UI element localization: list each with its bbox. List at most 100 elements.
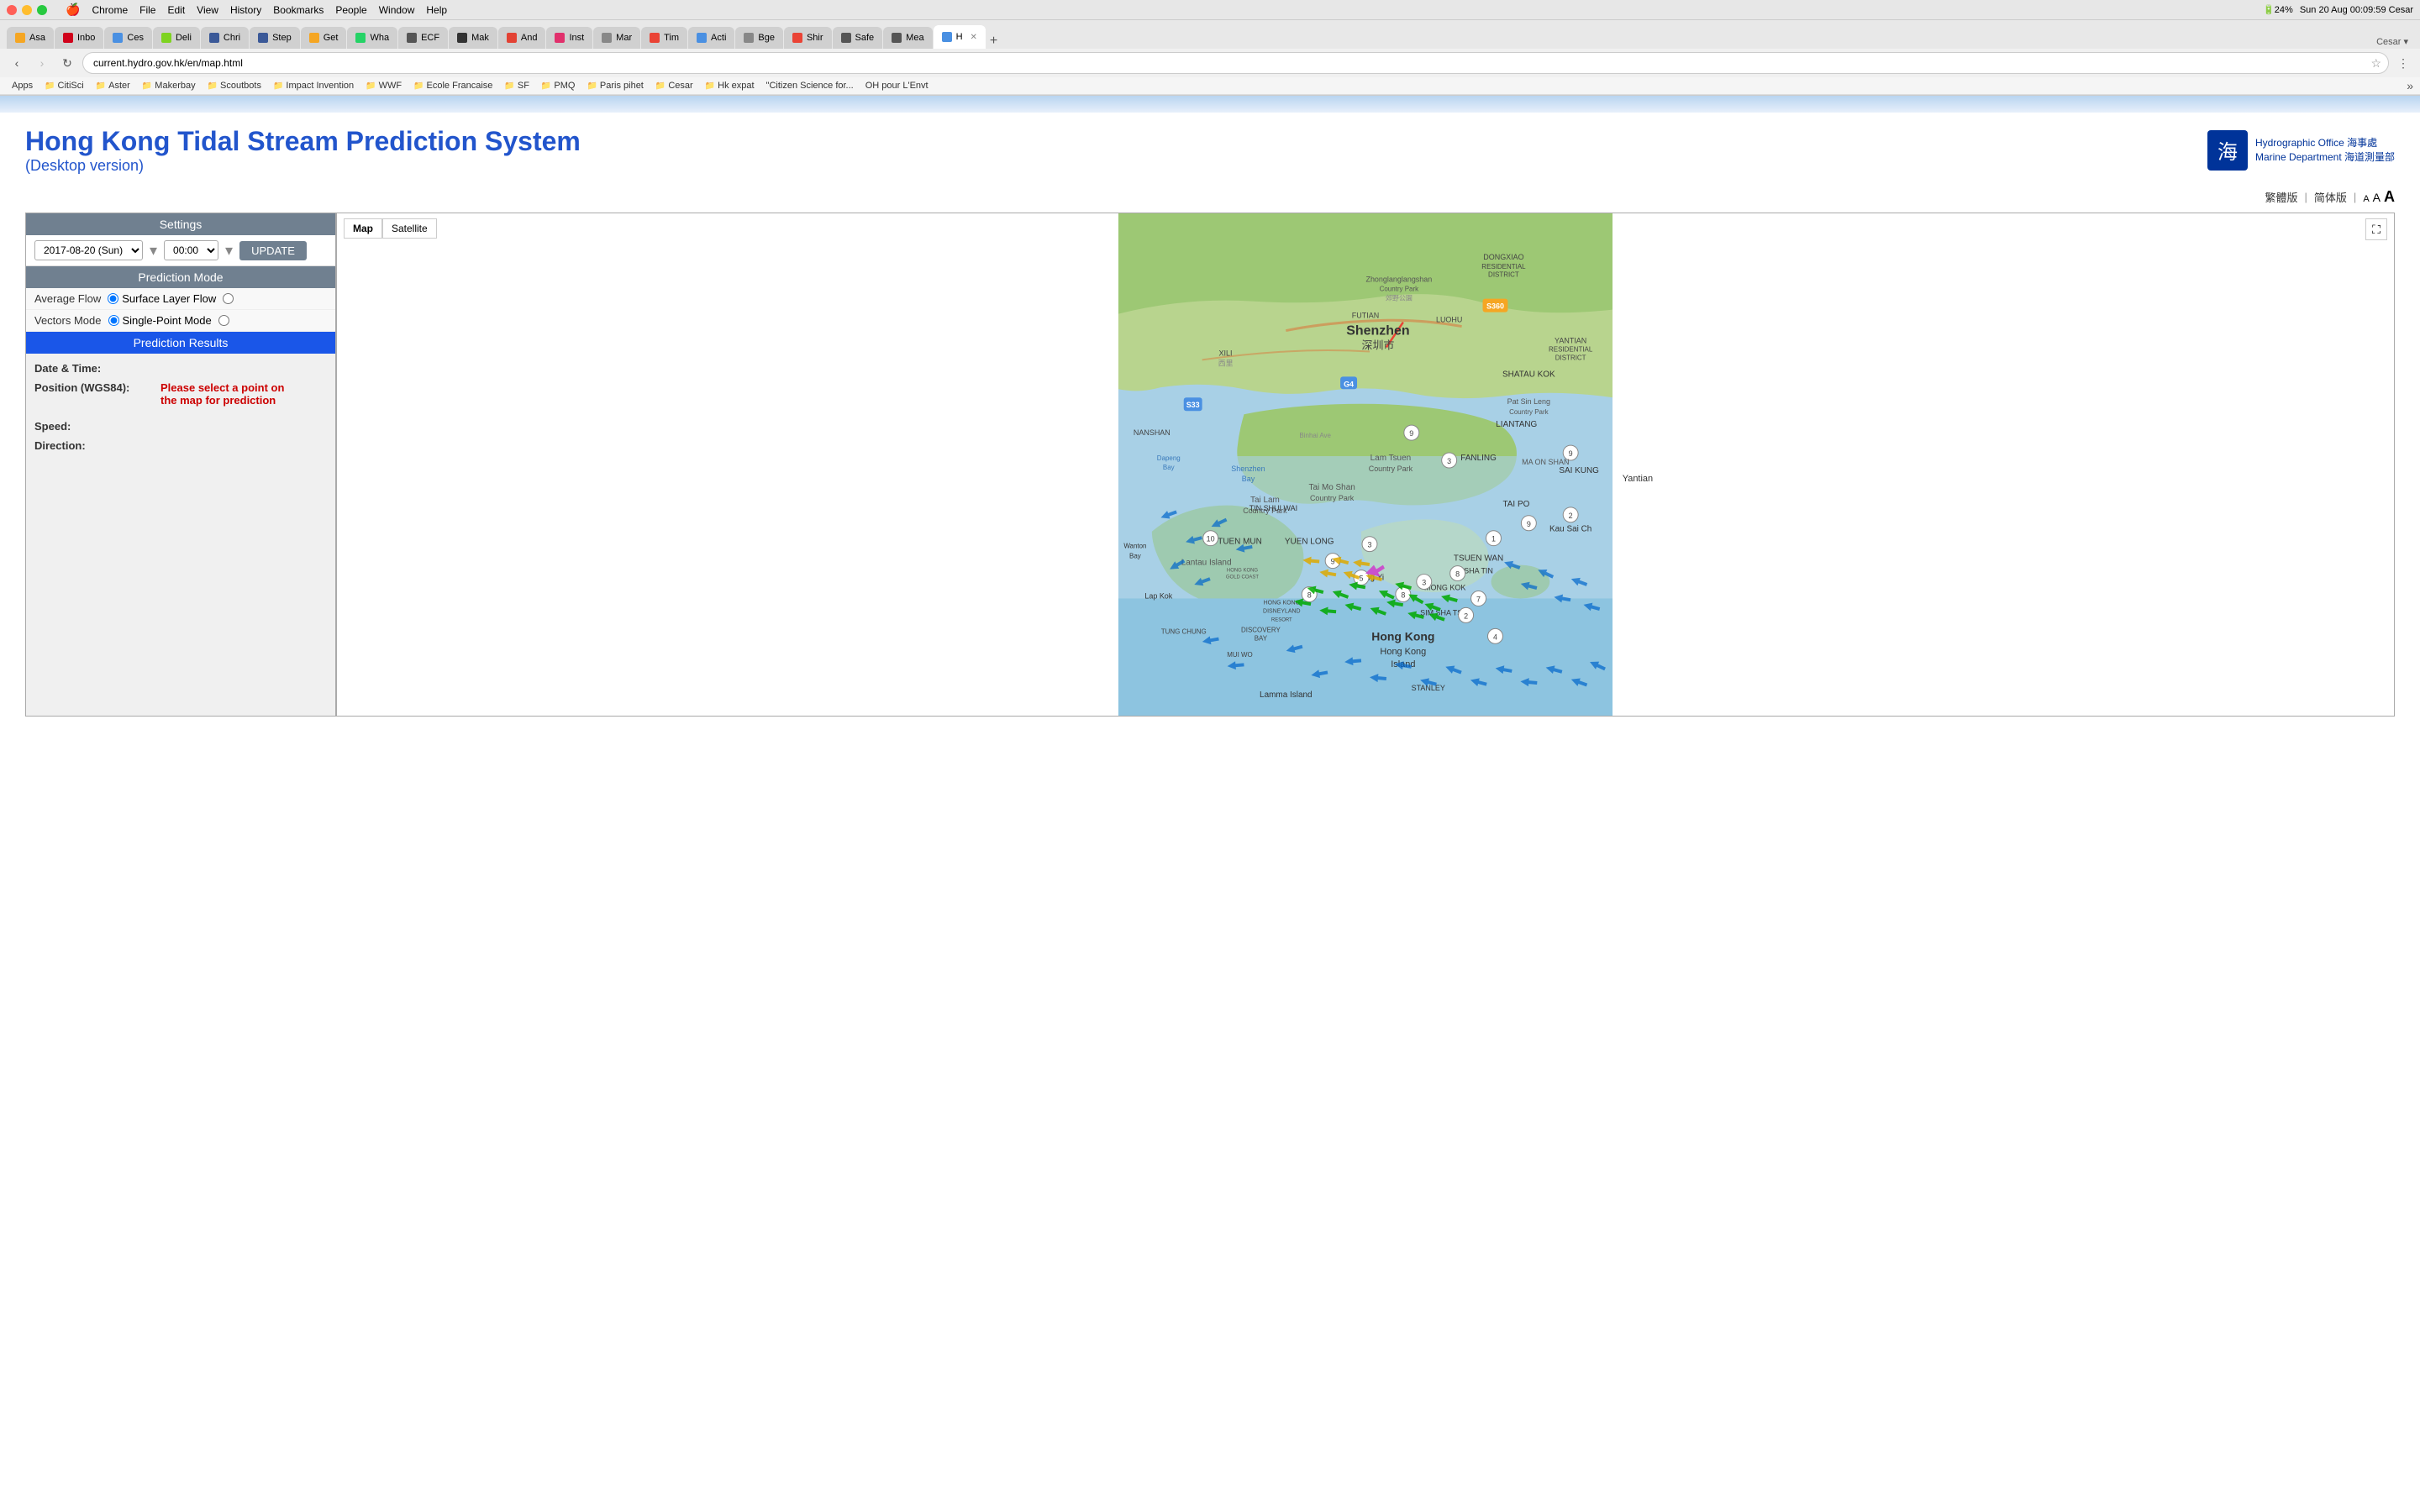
bookmark-ecole[interactable]: 📁 Ecole Francaise: [408, 79, 497, 92]
tab-deli[interactable]: Deli: [153, 27, 200, 49]
tab-inbox[interactable]: Inbo: [55, 27, 103, 49]
bookmark-sf[interactable]: 📁 SF: [499, 79, 534, 92]
date-select[interactable]: 2017-08-20 (Sun): [34, 240, 143, 260]
map-svg[interactable]: Shenzhen 深圳市 Yantian LIANTANG SHATAU KOK…: [337, 213, 2394, 716]
tab-tim[interactable]: Tim: [641, 27, 687, 49]
bookmark-citizen-science[interactable]: "Citizen Science for...: [761, 79, 859, 92]
menu-history[interactable]: History: [230, 4, 261, 16]
apple-menu[interactable]: 🍎: [66, 3, 80, 17]
single-point-input[interactable]: [218, 315, 229, 326]
bookmark-scoutbots[interactable]: 📁 Scoutbots: [203, 79, 266, 92]
tab-ecf[interactable]: ECF: [398, 27, 448, 49]
svg-text:NANSHAN: NANSHAN: [1134, 428, 1171, 437]
tab-mar[interactable]: Mar: [593, 27, 640, 49]
surface-layer-input[interactable]: [223, 293, 234, 304]
tab-mak[interactable]: Mak: [449, 27, 497, 49]
lang-traditional[interactable]: 繁體版: [2265, 189, 2298, 205]
menu-view[interactable]: View: [197, 4, 218, 16]
tab-hk-active[interactable]: H ✕: [934, 25, 986, 49]
font-small-btn[interactable]: A: [2363, 194, 2369, 204]
folder-icon-aster: 📁: [96, 81, 106, 91]
update-button[interactable]: UPDATE: [239, 241, 307, 260]
cesar-label: Cesar: [668, 81, 692, 91]
svg-text:8: 8: [1455, 570, 1460, 579]
tab-label-bge: Bge: [758, 33, 775, 43]
vectors-mode-radio[interactable]: Single-Point Mode: [108, 314, 229, 327]
bookmark-citisci[interactable]: 📁 CitiSci: [39, 79, 89, 92]
tab-chri[interactable]: Chri: [201, 27, 249, 49]
tab-ces[interactable]: Ces: [104, 27, 152, 49]
maximize-dot[interactable]: [37, 5, 47, 15]
menu-chrome[interactable]: Chrome: [92, 4, 128, 16]
tab-get[interactable]: Get: [301, 27, 347, 49]
time-dropdown-icon[interactable]: ▾: [225, 242, 233, 260]
bookmark-impact[interactable]: 📁 Impact Invention: [268, 79, 359, 92]
date-dropdown-icon[interactable]: ▾: [150, 242, 157, 260]
menu-people[interactable]: People: [335, 4, 366, 16]
bookmark-wwf[interactable]: 📁 WWF: [360, 79, 407, 92]
bookmarks-more-button[interactable]: »: [2407, 79, 2413, 92]
menu-help[interactable]: Help: [426, 4, 447, 16]
menu-file[interactable]: File: [139, 4, 155, 16]
font-large-btn[interactable]: A: [2384, 188, 2395, 206]
tab-bge[interactable]: Bge: [735, 27, 783, 49]
menu-window[interactable]: Window: [379, 4, 415, 16]
minimize-dot[interactable]: [22, 5, 32, 15]
map-button[interactable]: Map: [344, 218, 382, 239]
folder-icon-makerbay: 📁: [142, 81, 152, 91]
bookmark-makerbay[interactable]: 📁 Makerbay: [137, 79, 201, 92]
bookmark-hkexpat[interactable]: 📁 Hk expat: [700, 79, 760, 92]
bookmark-cesar[interactable]: 📁 Cesar: [650, 79, 698, 92]
satellite-button[interactable]: Satellite: [382, 218, 437, 239]
bookmark-pmq[interactable]: 📁 PMQ: [536, 79, 581, 92]
average-flow-radio[interactable]: Surface Layer Flow: [108, 292, 234, 305]
font-medium-btn[interactable]: A: [2373, 191, 2381, 204]
menu-edit[interactable]: Edit: [167, 4, 185, 16]
tab-close-hk[interactable]: ✕: [971, 33, 977, 42]
bookmark-paris[interactable]: 📁 Paris pihet: [581, 79, 648, 92]
tab-label-tim: Tim: [664, 33, 679, 43]
tab-wha[interactable]: Wha: [347, 27, 397, 49]
title-row: Hong Kong Tidal Stream Prediction System…: [25, 126, 2395, 185]
tab-safe[interactable]: Safe: [833, 27, 883, 49]
new-tab-button[interactable]: +: [990, 34, 997, 49]
bookmark-oh-envt[interactable]: OH pour L'Envt: [860, 79, 934, 92]
tab-label-and: And: [521, 33, 538, 43]
vectors-mode-input[interactable]: [108, 315, 119, 326]
tab-inst[interactable]: Inst: [546, 27, 592, 49]
average-flow-input[interactable]: [108, 293, 118, 304]
reload-button[interactable]: ↻: [57, 53, 77, 73]
result-datetime-row: Date & Time:: [34, 362, 327, 375]
tab-label-chri: Chri: [224, 33, 240, 43]
back-button[interactable]: ‹: [7, 53, 27, 73]
svg-text:10: 10: [1207, 535, 1215, 543]
hk-logo-area: 海 Hydrographic Office 海事處 Marine Departm…: [2207, 129, 2395, 171]
extensions-button[interactable]: ⋮: [2393, 53, 2413, 73]
bookmark-aster[interactable]: 📁 Aster: [91, 79, 135, 92]
tab-acti[interactable]: Acti: [688, 27, 734, 49]
url-input[interactable]: [82, 52, 2389, 74]
time-select[interactable]: 00:00: [164, 240, 218, 260]
result-direction-row: Direction:: [34, 439, 327, 452]
forward-button[interactable]: ›: [32, 53, 52, 73]
tab-shir[interactable]: Shir: [784, 27, 832, 49]
tab-asana[interactable]: Asa: [7, 27, 54, 49]
svg-text:Country Park: Country Park: [1369, 465, 1413, 473]
svg-text:MUI WO: MUI WO: [1227, 651, 1253, 659]
bookmark-apps[interactable]: Apps: [7, 79, 38, 92]
fullscreen-button[interactable]: ⛶: [2365, 218, 2387, 240]
close-dot[interactable]: [7, 5, 17, 15]
tab-menu-button[interactable]: Cesar ▾: [2371, 34, 2413, 49]
svg-text:Lamma Island: Lamma Island: [1260, 690, 1313, 700]
surface-layer-label: Surface Layer Flow: [122, 292, 216, 305]
fullscreen-icon: ⛶: [2372, 223, 2381, 237]
svg-text:郊野公園: 郊野公園: [1386, 294, 1413, 302]
lang-simplified[interactable]: 简体版: [2314, 189, 2347, 205]
tab-step[interactable]: Step: [250, 27, 300, 49]
menu-bookmarks[interactable]: Bookmarks: [273, 4, 324, 16]
map-area[interactable]: Shenzhen 深圳市 Yantian LIANTANG SHATAU KOK…: [336, 213, 2395, 717]
tab-mea[interactable]: Mea: [883, 27, 932, 49]
tab-and[interactable]: And: [498, 27, 546, 49]
bookmark-star-icon[interactable]: ☆: [2370, 56, 2381, 71]
tab-label-mea: Mea: [906, 33, 923, 43]
